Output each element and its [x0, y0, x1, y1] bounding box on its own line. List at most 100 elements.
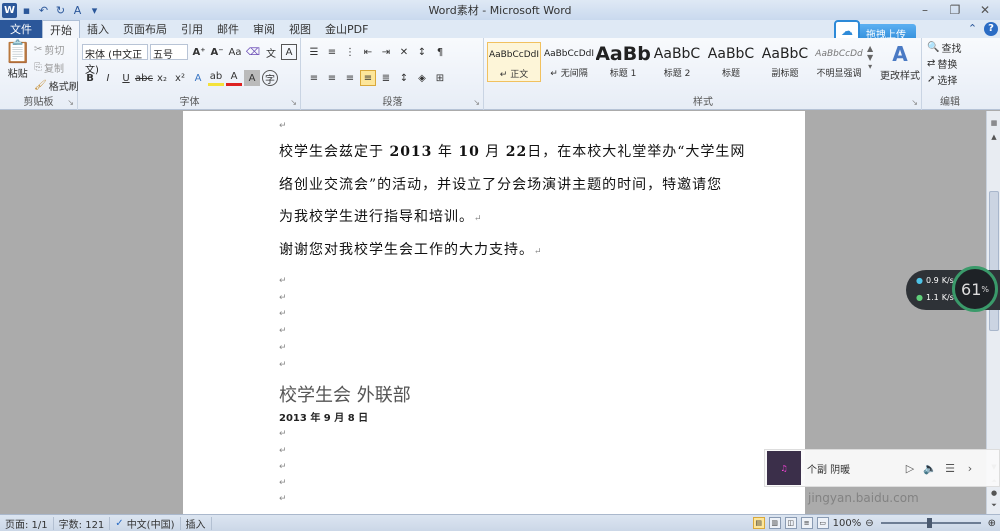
underline-icon[interactable]: U — [118, 70, 134, 86]
subscript-icon[interactable]: x₂ — [154, 70, 170, 86]
chinese-layout-icon[interactable]: ✕ — [396, 44, 412, 60]
minimize-ribbon-icon[interactable]: ⌃ — [965, 21, 980, 36]
style-heading-1[interactable]: AaBb 标题 1 — [596, 42, 650, 82]
justify-icon[interactable]: ≡ — [360, 70, 376, 86]
format-painter-button[interactable]: 🖌 格式刷 — [34, 78, 79, 93]
style-heading-2[interactable]: AaBbC 标题 2 — [650, 42, 704, 82]
scroll-up-icon[interactable]: ▲ — [867, 44, 873, 53]
restore-button[interactable]: ❐ — [940, 0, 970, 20]
zoom-out-icon[interactable]: ⊖ — [865, 518, 873, 529]
body-line-2[interactable]: 络创业交流会”的活动，并设立了分会场演讲主题的时间，特邀请您 — [279, 174, 722, 194]
font-size-dropdown[interactable]: 五号 — [150, 44, 188, 61]
clear-formatting-icon[interactable]: ⌫ — [245, 44, 261, 60]
increase-indent-icon[interactable]: ⇥ — [378, 44, 394, 60]
align-right-icon[interactable]: ≡ — [342, 70, 358, 86]
volume-icon[interactable]: 🔈 — [923, 462, 937, 475]
document-page[interactable]: ↵ 校学生会兹定于 2013 年 10 月 22日，在本校大礼堂举办“大学生网 … — [183, 111, 805, 514]
proofing-status[interactable]: ✓ 中文(中国) — [110, 516, 181, 531]
help-icon[interactable]: ? — [984, 21, 998, 36]
network-monitor-widget[interactable]: ● 0.9 K/s ● 1.1 K/s 61% — [906, 266, 1000, 312]
phonetic-guide-icon[interactable]: 文 — [263, 44, 279, 60]
borders-icon[interactable]: ⊞ — [432, 70, 448, 86]
replace-button[interactable]: ⇄ 替换 — [927, 56, 957, 71]
spelling-icon[interactable]: A — [70, 3, 85, 18]
change-styles-button[interactable]: A 更改样式 — [880, 42, 920, 82]
tab-insert[interactable]: 插入 — [80, 20, 116, 38]
tab-review[interactable]: 审阅 — [246, 20, 282, 38]
redo-icon[interactable]: ↻ — [53, 3, 68, 18]
ruler-toggle-icon[interactable]: ▦ — [987, 117, 1000, 129]
line-spacing-icon[interactable]: ↕ — [396, 70, 412, 86]
align-left-icon[interactable]: ≡ — [306, 70, 322, 86]
tab-mailings[interactable]: 邮件 — [210, 20, 246, 38]
print-layout-icon[interactable]: ▤ — [752, 517, 765, 529]
style-title[interactable]: AaBbC 标题 — [704, 42, 758, 82]
show-marks-icon[interactable]: ¶ — [432, 44, 448, 60]
tab-page-layout[interactable]: 页面布局 — [116, 20, 174, 38]
find-button[interactable]: 🔍 查找 — [927, 40, 961, 55]
tab-kingsoft-pdf[interactable]: 金山PDF — [318, 20, 375, 38]
close-button[interactable]: ✕ — [970, 0, 1000, 20]
style-normal[interactable]: AaBbCcDdI ↵ 正文 — [487, 42, 541, 82]
cut-button[interactable]: ✂ 剪切 — [34, 42, 64, 57]
zoom-slider[interactable] — [880, 518, 981, 528]
font-name-dropdown[interactable]: 宋体 (中文正文) — [82, 44, 148, 76]
next-page-icon[interactable]: ⏷ — [987, 499, 1000, 511]
insert-mode[interactable]: 插入 — [181, 516, 212, 531]
gallery-more-icon[interactable]: ▾ — [868, 62, 872, 71]
shading-icon[interactable]: ◈ — [414, 70, 430, 86]
numbering-icon[interactable]: ≡ — [324, 44, 340, 60]
scroll-down-icon[interactable]: ▼ — [867, 53, 873, 62]
outline-icon[interactable]: ≡ — [800, 517, 813, 529]
date-line[interactable]: 2013 年 9 月 8 日 — [279, 409, 368, 424]
decrease-indent-icon[interactable]: ⇤ — [360, 44, 376, 60]
zoom-slider-thumb[interactable] — [926, 518, 932, 528]
scroll-thumb[interactable] — [989, 191, 999, 331]
character-border-icon[interactable]: A — [281, 44, 297, 60]
body-line-3[interactable]: 为我校学生进行指导和培训。↵ — [279, 206, 483, 226]
music-player[interactable]: ♫ 个副 阴暖 ▷ 🔈 ☰ › — [764, 449, 1000, 487]
zoom-level[interactable]: 100% — [833, 518, 862, 529]
save-icon[interactable]: ▪ — [19, 3, 34, 18]
album-art[interactable]: ♫ — [767, 451, 801, 485]
play-icon[interactable]: ▷ — [903, 462, 917, 475]
page-count[interactable]: 页面: 1/1 — [0, 516, 54, 531]
style-subtle-emphasis[interactable]: AaBbCcDd 不明显强调 — [812, 42, 866, 82]
superscript-icon[interactable]: x² — [172, 70, 188, 86]
sort-icon[interactable]: ↕ — [414, 44, 430, 60]
paste-button[interactable]: 📋 粘贴 — [4, 40, 31, 80]
expand-icon[interactable]: › — [963, 462, 977, 475]
enclose-characters-icon[interactable]: 字 — [262, 70, 278, 86]
word-count[interactable]: 字数: 121 — [54, 516, 111, 531]
copy-button[interactable]: ⎘ 复制 — [34, 60, 64, 75]
draft-icon[interactable]: ▭ — [816, 517, 829, 529]
browse-object-icon[interactable]: ● — [987, 487, 1000, 499]
style-no-spacing[interactable]: AaBbCcDdI ↵ 无间隔 — [542, 42, 596, 82]
undo-icon[interactable]: ↶ — [36, 3, 51, 18]
shrink-font-icon[interactable]: A⁻ — [209, 44, 225, 60]
character-shading-icon[interactable]: A — [244, 70, 260, 86]
style-gallery-scroll[interactable]: ▲ ▼ ▾ — [867, 44, 873, 71]
change-case-icon[interactable]: Aa — [227, 44, 243, 60]
signature-line[interactable]: 校学生会 外联部 — [279, 381, 411, 407]
body-line-4[interactable]: 谢谢您对我校学生会工作的大力支持。↵ — [279, 239, 543, 259]
full-screen-reading-icon[interactable]: ▥ — [768, 517, 781, 529]
scroll-up-arrow[interactable]: ▲ — [987, 131, 1000, 143]
customize-qat-icon[interactable]: ▾ — [87, 3, 102, 18]
tab-view[interactable]: 视图 — [282, 20, 318, 38]
align-center-icon[interactable]: ≡ — [324, 70, 340, 86]
word-logo-icon[interactable]: W — [2, 2, 17, 18]
font-color-icon[interactable]: A — [226, 70, 242, 86]
highlight-icon[interactable]: ab — [208, 70, 224, 86]
italic-icon[interactable]: I — [100, 70, 116, 86]
body-line-1[interactable]: 校学生会兹定于 2013 年 10 月 22日，在本校大礼堂举办“大学生网 — [279, 141, 745, 161]
zoom-in-icon[interactable]: ⊕ — [988, 518, 996, 529]
multilevel-list-icon[interactable]: ⋮ — [342, 44, 358, 60]
font-dialog-launcher-icon[interactable]: ↘ — [290, 98, 297, 107]
dialog-launcher-icon[interactable]: ↘ — [67, 98, 74, 107]
tab-references[interactable]: 引用 — [174, 20, 210, 38]
strikethrough-icon[interactable]: abc — [135, 70, 153, 86]
style-subtitle[interactable]: AaBbC 副标题 — [758, 42, 812, 82]
bullets-icon[interactable]: ☰ — [306, 44, 322, 60]
web-layout-icon[interactable]: ◫ — [784, 517, 797, 529]
